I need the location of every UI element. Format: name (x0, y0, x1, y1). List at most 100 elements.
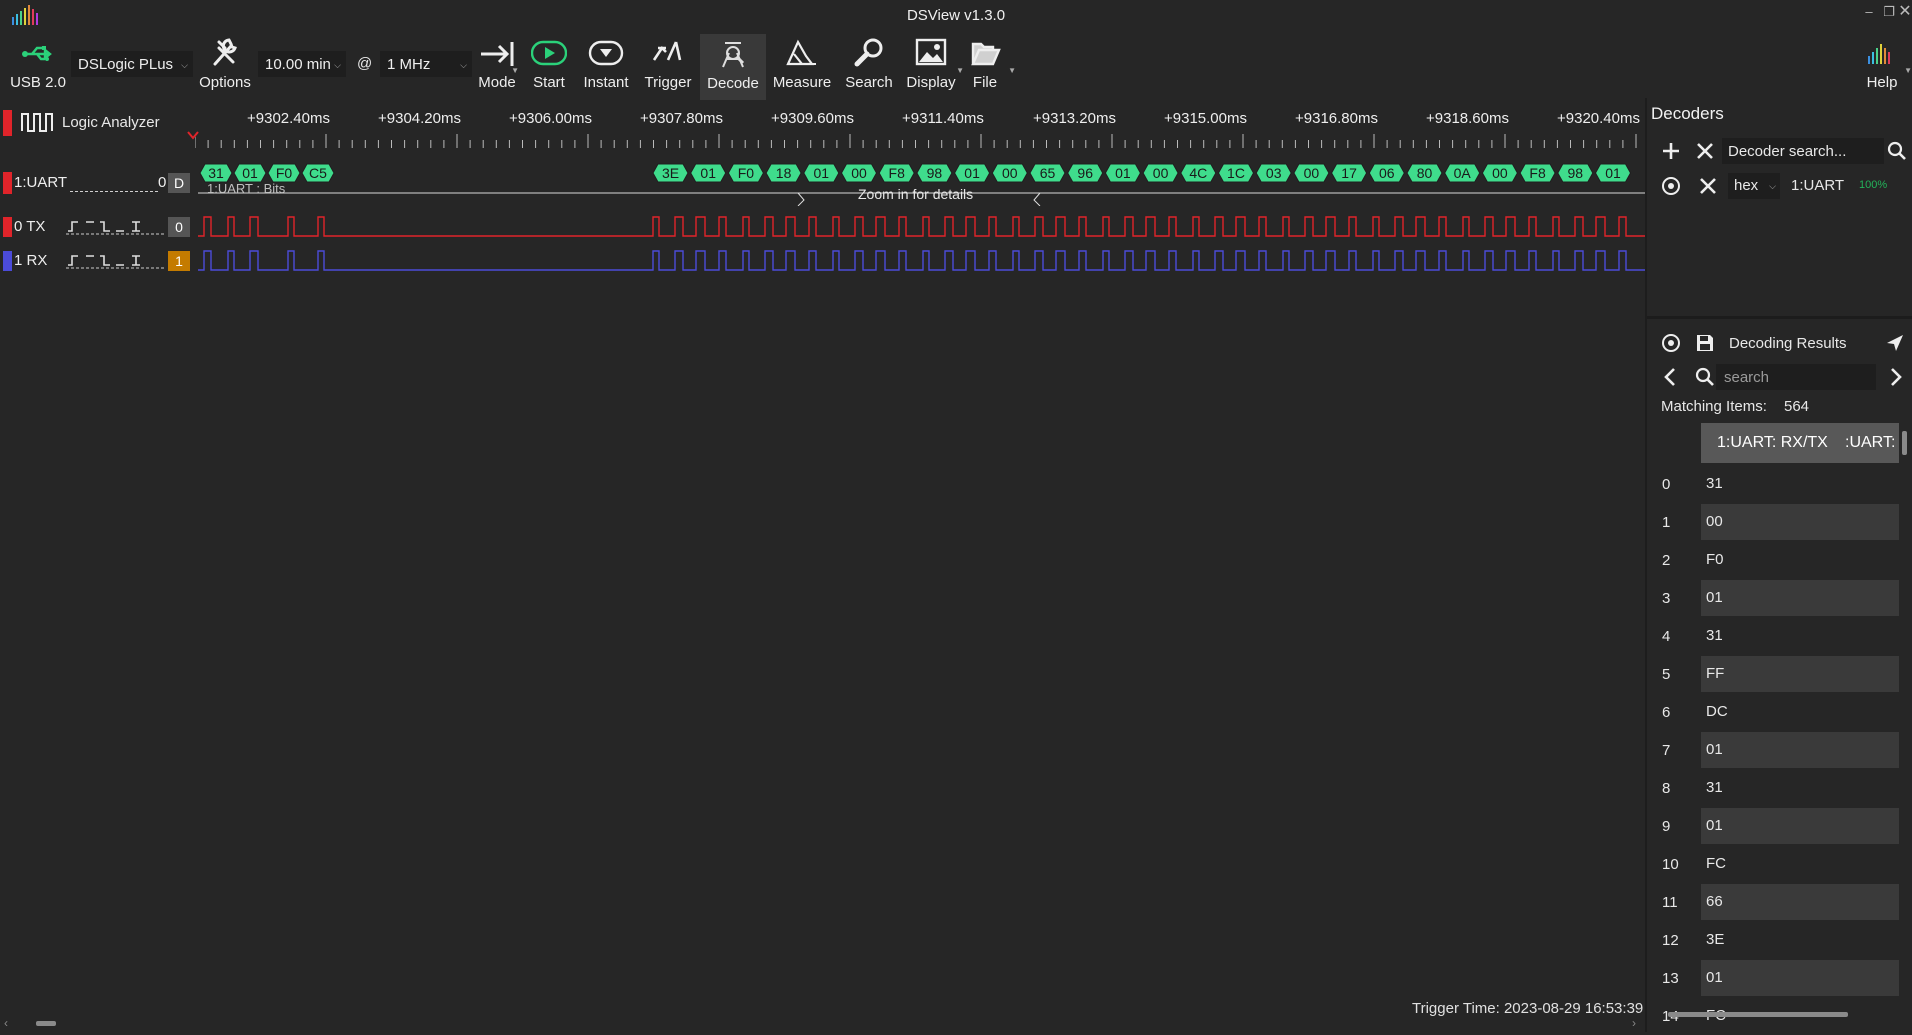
result-value: F0 (1706, 551, 1724, 568)
title-bar: DSView v1.3.0 – ❐ ✕ (0, 0, 1912, 30)
instant-button[interactable]: Instant (578, 36, 634, 98)
minimize-icon[interactable]: – (1860, 3, 1878, 21)
result-row[interactable]: 5 FF (1655, 655, 1900, 693)
dock-splitter[interactable] (1647, 316, 1912, 319)
rx-channel-badge[interactable]: 1 (168, 251, 190, 271)
start-button[interactable]: Start (528, 36, 570, 98)
dock-separator[interactable] (1645, 98, 1647, 1032)
scroll-left-icon[interactable]: ‹ (4, 1016, 8, 1030)
trigger-button[interactable]: Trigger (640, 36, 696, 98)
close-icon[interactable]: ✕ (1896, 3, 1912, 21)
result-value: 31 (1706, 627, 1723, 644)
result-row[interactable]: 10 FC (1655, 845, 1900, 883)
svg-text:F8: F8 (1529, 165, 1546, 181)
duration-select[interactable]: 10.00 min ⌵ (258, 51, 346, 77)
result-row[interactable]: 1 00 (1655, 503, 1900, 541)
scroll-thumb[interactable] (36, 1021, 56, 1026)
display-button[interactable]: Display ▼ (904, 36, 964, 98)
result-row[interactable]: 4 31 (1655, 617, 1900, 655)
decoded-byte: 01 (954, 163, 991, 183)
device-select[interactable]: DSLogic PLus ⌵ (71, 51, 193, 77)
results-hscroll-thumb[interactable] (1668, 1012, 1848, 1017)
result-row[interactable]: 7 01 (1655, 731, 1900, 769)
results-search-input[interactable] (1716, 364, 1876, 390)
search-button[interactable]: Search (842, 36, 896, 98)
tx-channel-badge[interactable]: 0 (168, 217, 190, 237)
decoded-byte: 00 (1293, 163, 1330, 183)
ruler-ticks (195, 134, 1637, 148)
previous-match-icon[interactable] (1660, 366, 1682, 388)
usb-button[interactable]: USB 2.0 (8, 36, 68, 98)
result-row[interactable]: 3 01 (1655, 579, 1900, 617)
tx-trigger-options-icon[interactable] (66, 219, 166, 235)
rx-color-marker[interactable] (3, 251, 12, 271)
column-rx-tx[interactable]: 1:UART: RX/TX (1717, 423, 1828, 463)
result-row[interactable]: 12 3E (1655, 921, 1900, 959)
result-row[interactable]: 6 DC (1655, 693, 1900, 731)
results-options-icon[interactable] (1660, 332, 1682, 354)
result-value: 01 (1701, 732, 1899, 768)
decoded-byte: 03 (1255, 163, 1292, 183)
decoded-byte: 3E (652, 163, 689, 183)
decode-button[interactable]: Decode (700, 34, 766, 100)
waveform-trace (198, 216, 1645, 237)
result-index: 7 (1662, 742, 1671, 759)
time-ruler[interactable]: +9302.40ms +9304.20ms +9306.00ms +9307.80ms… (195, 104, 1640, 152)
remove-decoder-icon[interactable] (1697, 175, 1719, 197)
uart-color-marker[interactable] (3, 172, 12, 194)
samplerate-select[interactable]: 1 MHz ⌵ (380, 51, 472, 77)
trigger-marker-icon (187, 131, 199, 140)
result-row[interactable]: 0 31 (1655, 465, 1900, 503)
horizontal-scrollbar[interactable]: ‹ › (0, 1016, 1645, 1030)
options-button[interactable]: Options (198, 36, 252, 98)
result-row[interactable]: 8 31 (1655, 769, 1900, 807)
svg-text:01: 01 (964, 165, 980, 181)
result-value: 01 (1701, 960, 1899, 996)
result-row[interactable]: 11 66 (1655, 883, 1900, 921)
tx-signal-name[interactable]: 0 TX (14, 218, 45, 235)
next-match-icon[interactable] (1884, 366, 1906, 388)
result-value: 00 (1701, 504, 1899, 540)
add-decoder-icon[interactable] (1660, 140, 1682, 162)
save-icon[interactable] (1694, 332, 1716, 354)
remove-all-decoders-icon[interactable] (1694, 140, 1716, 162)
results-vertical-scrollbar[interactable] (1900, 423, 1910, 1003)
decoded-byte: 98 (916, 163, 953, 183)
uart-signal-name[interactable]: 1:UART (14, 174, 67, 191)
column-uart[interactable]: :UART: (1845, 423, 1895, 463)
decoder-badge[interactable]: D (168, 173, 190, 193)
svg-text:F0: F0 (738, 165, 755, 181)
result-row[interactable]: 2 F0 (1655, 541, 1900, 579)
results-horizontal-scrollbar[interactable] (1662, 1008, 1902, 1020)
format-select[interactable]: hex ⌵ (1728, 173, 1780, 199)
decoders-title: Decoders (1651, 104, 1724, 123)
tx-color-marker[interactable] (3, 217, 12, 237)
measure-button[interactable]: Measure (772, 36, 832, 98)
decoder-search-input[interactable] (1722, 138, 1884, 164)
result-row[interactable]: 9 01 (1655, 807, 1900, 845)
svg-text:00: 00 (851, 165, 867, 181)
rx-trigger-options-icon[interactable] (66, 253, 166, 269)
decoder-options-icon[interactable] (1660, 175, 1682, 197)
help-button[interactable]: Help ▼ (1858, 36, 1912, 98)
caret-icon: ▼ (1904, 66, 1912, 75)
at-label: @ (357, 55, 373, 72)
scroll-right-icon[interactable]: › (1632, 1016, 1636, 1030)
chevron-down-icon: ⌵ (460, 60, 467, 70)
search-icon[interactable] (1886, 140, 1908, 162)
results-scroll-thumb[interactable] (1902, 431, 1907, 455)
goto-arrow-icon[interactable] (1884, 332, 1906, 354)
display-icon (915, 38, 947, 66)
decoded-byte: 18 (765, 163, 802, 183)
tx-waveform[interactable] (198, 214, 1645, 240)
matching-items-count: 564 (1784, 398, 1810, 415)
file-button[interactable]: File ▼ (962, 36, 1016, 98)
mode-button[interactable]: Mode ▼ (475, 36, 519, 98)
search-icon (854, 38, 883, 67)
rx-signal-name[interactable]: 1 RX (14, 252, 47, 269)
results-column-header[interactable]: 1:UART: RX/TX :UART: (1701, 423, 1899, 463)
result-index: 8 (1662, 780, 1671, 797)
result-row[interactable]: 13 01 (1655, 959, 1900, 997)
rx-waveform[interactable] (198, 248, 1645, 274)
trigger-icon (652, 41, 682, 61)
